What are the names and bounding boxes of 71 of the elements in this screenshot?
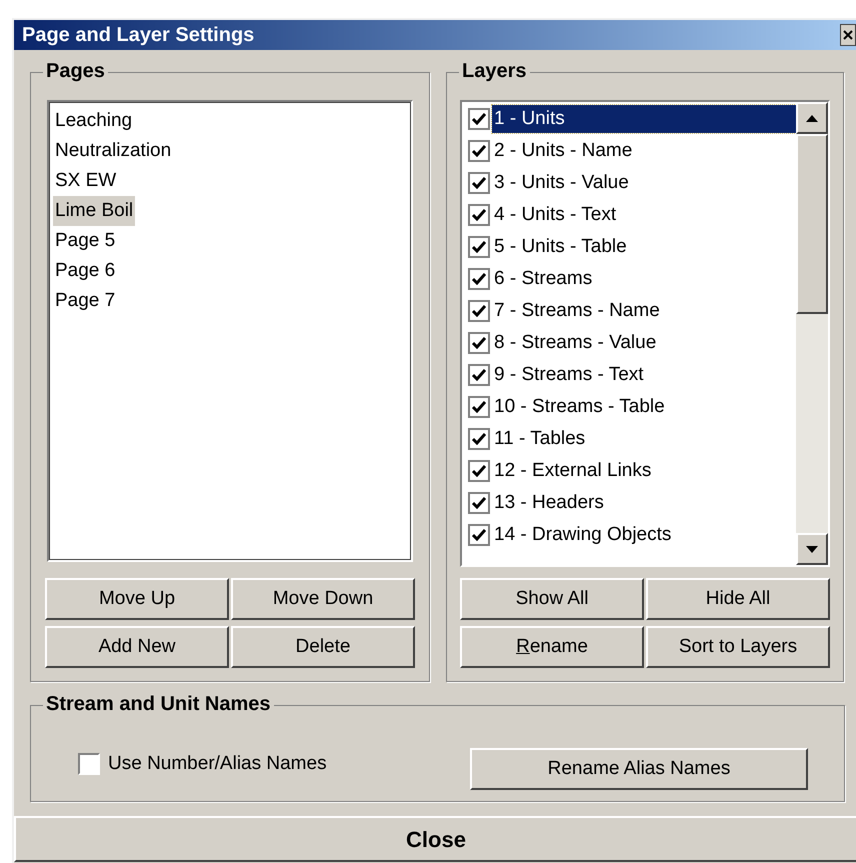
check-icon (472, 209, 486, 221)
list-item[interactable]: 8 - Streams - Value (492, 329, 796, 357)
list-item[interactable]: Leaching (53, 106, 134, 136)
checkbox[interactable] (468, 204, 490, 226)
list-item[interactable]: 3 - Units - Value (492, 169, 796, 197)
button[interactable]: Add New (45, 626, 229, 668)
checkbox[interactable] (468, 428, 490, 450)
checkbox[interactable] (468, 396, 490, 418)
check-icon (472, 529, 486, 541)
button[interactable]: Delete (231, 626, 415, 668)
checkbox[interactable] (468, 236, 490, 258)
list-item[interactable]: 11 - Tables (492, 425, 796, 453)
button[interactable]: Move Up (45, 578, 229, 620)
button[interactable]: Hide All (646, 578, 830, 620)
checkbox[interactable] (468, 524, 490, 546)
list-item[interactable]: Page 5 (53, 226, 118, 256)
list-item[interactable]: Page 6 (53, 256, 118, 286)
check-icon (472, 177, 486, 189)
check-icon (472, 273, 486, 285)
list-item[interactable]: 1 - Units (492, 105, 796, 133)
down-arrow-icon (806, 546, 818, 552)
checkbox[interactable] (468, 140, 490, 162)
list-item[interactable]: 7 - Streams - Name (492, 297, 796, 325)
check-icon (472, 369, 486, 381)
checkbox[interactable] (468, 460, 490, 482)
button[interactable]: Rename (460, 626, 644, 668)
list-item[interactable]: Lime Boil (53, 196, 136, 226)
check-icon (472, 241, 486, 253)
check-icon (472, 401, 486, 413)
checkbox[interactable] (468, 364, 490, 386)
close-icon[interactable] (840, 24, 856, 46)
list-item[interactable]: 4 - Units - Text (492, 201, 796, 229)
check-icon (472, 337, 486, 349)
list-item[interactable]: 12 - External Links (492, 457, 796, 485)
checkbox[interactable] (468, 268, 490, 290)
list-item[interactable]: 5 - Units - Table (492, 233, 796, 261)
list-item[interactable]: Neutralization (53, 136, 174, 166)
check-icon (472, 465, 486, 477)
check-icon (472, 113, 486, 125)
checkbox[interactable] (78, 753, 100, 776)
scroll-thumb[interactable] (796, 134, 828, 314)
check-icon (472, 497, 486, 509)
layers-list[interactable] (460, 100, 830, 567)
window-title: Page and Layer Settings (22, 23, 254, 48)
list-item[interactable]: 13 - Headers (492, 489, 796, 517)
checkbox[interactable] (468, 492, 490, 514)
pages-list[interactable]: Leaching Neutralization SX EW Lime Boil Page 5 Page 6 Page 7 (47, 100, 413, 562)
scroll-down-button[interactable] (796, 533, 828, 565)
check-icon (472, 433, 486, 445)
close-button[interactable]: Close (14, 816, 856, 862)
list-item[interactable]: 10 - Streams - Table (492, 393, 796, 421)
button[interactable]: Show All (460, 578, 644, 620)
button[interactable]: Move Down (231, 578, 415, 620)
check-icon (472, 305, 486, 317)
list-item[interactable]: 14 - Drawing Objects (492, 521, 796, 549)
rename-alias-names-button[interactable]: Rename Alias Names (470, 748, 808, 790)
list-item[interactable]: 6 - Streams (492, 265, 796, 293)
checkbox[interactable] (468, 300, 490, 322)
checkbox[interactable] (468, 332, 490, 354)
list-item[interactable]: Page 7 (53, 286, 118, 316)
up-arrow-icon (806, 114, 818, 122)
scrollbar[interactable] (796, 102, 828, 565)
check-icon (472, 145, 486, 157)
scroll-up-button[interactable] (796, 102, 828, 134)
list-item[interactable]: 2 - Units - Name (492, 137, 796, 165)
checkbox[interactable] (468, 172, 490, 194)
button[interactable]: Sort to Layers (646, 626, 830, 668)
checkbox[interactable] (468, 108, 490, 130)
checkbox-label[interactable]: Use Number/Alias Names (108, 750, 327, 778)
list-item[interactable]: 9 - Streams - Text (492, 361, 796, 389)
list-item[interactable]: SX EW (53, 166, 118, 196)
